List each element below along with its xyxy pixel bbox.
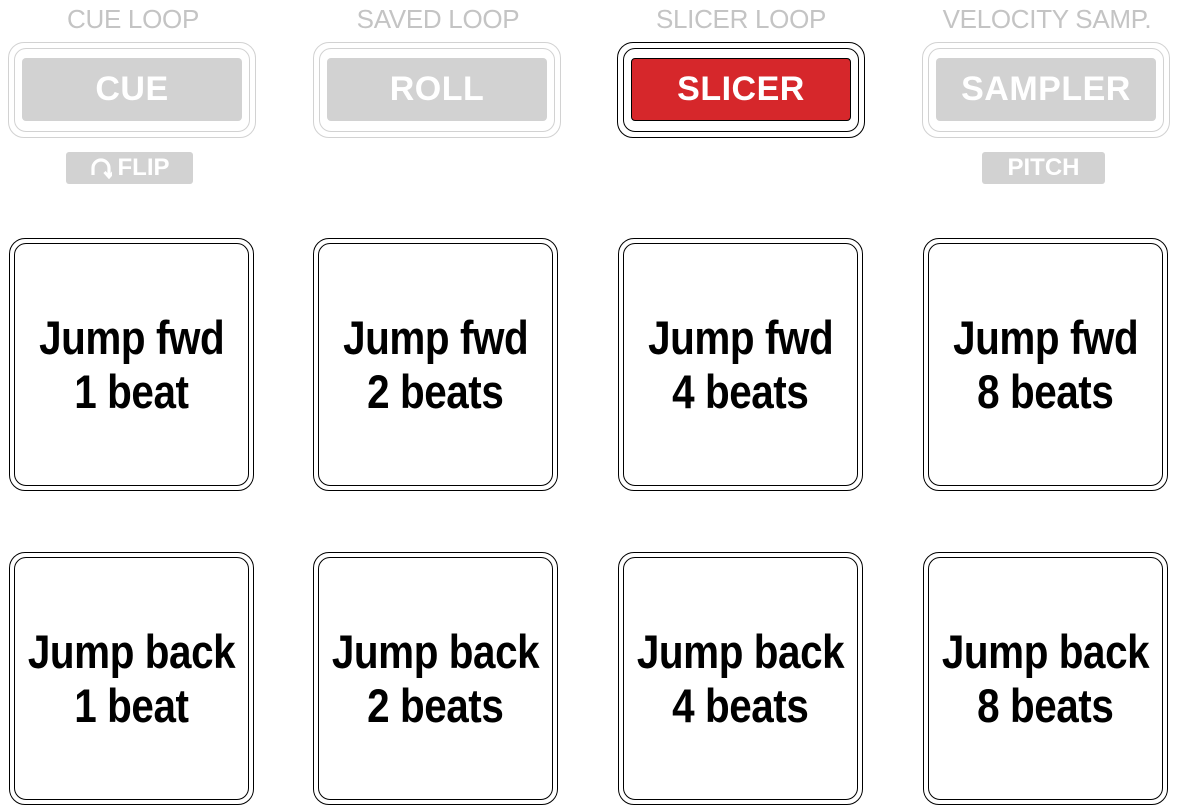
pad-jump-back-1[interactable]: Jump back 1 beat [9, 552, 254, 805]
pad-jump-back-2[interactable]: Jump back 2 beats [313, 552, 558, 805]
roll-button[interactable]: ROLL [313, 42, 561, 138]
saved-loop-label: SAVED LOOP [356, 4, 520, 34]
pad-face: Jump back 8 beats [928, 557, 1163, 800]
pad-line1: Jump fwd [342, 310, 529, 364]
pad-jump-fwd-2[interactable]: Jump fwd 2 beats [313, 238, 558, 491]
cue-button-label: CUE [22, 58, 242, 121]
velocity-samp-label: VELOCITY SAMP. [942, 4, 1152, 34]
pad-line1: Jump back [331, 624, 540, 678]
cue-loop-label: CUE LOOP [67, 4, 199, 34]
sampler-button-label: SAMPLER [936, 58, 1156, 121]
pad-face: Jump back 1 beat [14, 557, 249, 800]
pad-line1: Jump back [636, 624, 845, 678]
pad-jump-fwd-1[interactable]: Jump fwd 1 beat [9, 238, 254, 491]
pad-line2: 2 beats [367, 364, 504, 418]
cue-button[interactable]: CUE [8, 42, 256, 138]
pad-line1: Jump fwd [647, 310, 834, 364]
pad-line2: 4 beats [672, 364, 809, 418]
pad-face: Jump fwd 8 beats [928, 243, 1163, 486]
pad-line2: 2 beats [367, 678, 504, 732]
pad-line2: 1 beat [74, 678, 189, 732]
pad-jump-fwd-8[interactable]: Jump fwd 8 beats [923, 238, 1168, 491]
pad-jump-back-8[interactable]: Jump back 8 beats [923, 552, 1168, 805]
pad-face: Jump fwd 2 beats [318, 243, 553, 486]
flip-badge: FLIP [66, 152, 193, 184]
pad-face: Jump back 2 beats [318, 557, 553, 800]
pad-jump-back-4[interactable]: Jump back 4 beats [618, 552, 863, 805]
sampler-button[interactable]: SAMPLER [922, 42, 1170, 138]
pad-line2: 1 beat [74, 364, 189, 418]
pad-jump-fwd-4[interactable]: Jump fwd 4 beats [618, 238, 863, 491]
pad-line2: 8 beats [977, 678, 1114, 732]
flip-loop-icon [90, 157, 112, 179]
pad-line1: Jump fwd [952, 310, 1139, 364]
flip-label: FLIP [117, 154, 170, 181]
pad-face: Jump back 4 beats [623, 557, 858, 800]
roll-button-label: ROLL [327, 58, 547, 121]
slicer-button[interactable]: SLICER [617, 42, 865, 138]
slicer-button-label: SLICER [631, 58, 851, 121]
pad-line1: Jump back [27, 624, 236, 678]
pad-line2: 4 beats [672, 678, 809, 732]
pitch-badge: PITCH [982, 152, 1105, 184]
slicer-loop-label: SLICER LOOP [655, 4, 827, 34]
pad-line1: Jump back [941, 624, 1150, 678]
pitch-label: PITCH [1007, 154, 1080, 181]
pad-face: Jump fwd 4 beats [623, 243, 858, 486]
pad-face: Jump fwd 1 beat [14, 243, 249, 486]
pad-line2: 8 beats [977, 364, 1114, 418]
pad-line1: Jump fwd [38, 310, 225, 364]
